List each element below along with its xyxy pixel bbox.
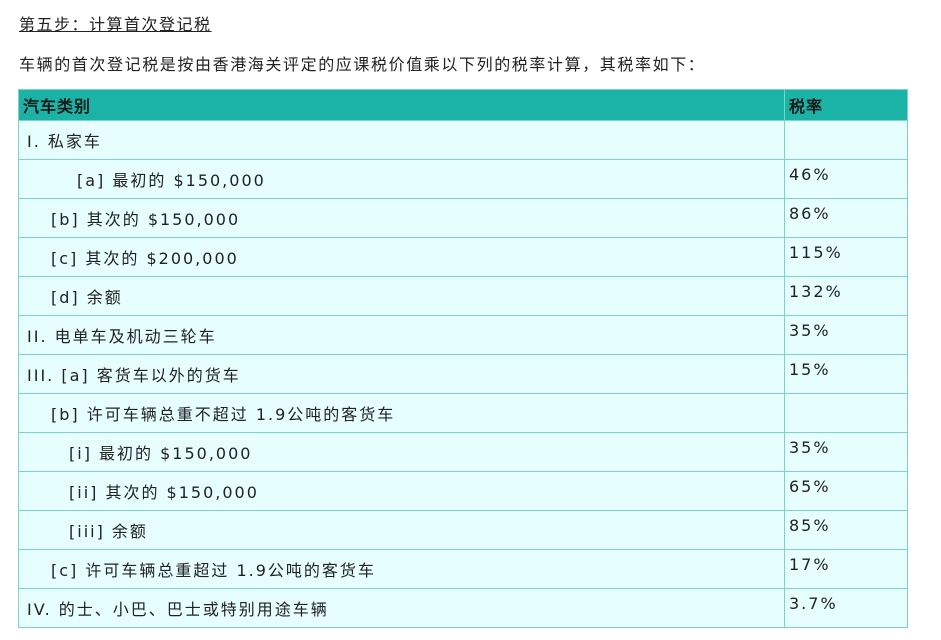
table-row: [a] 最初的 $150,000 46%: [18, 159, 908, 199]
category-column-header: 汽车类别: [18, 89, 785, 121]
tax-rate-cell: 85%: [784, 510, 908, 550]
vehicle-category-cell: [iii] 余额: [18, 510, 785, 550]
tax-rate-cell: 35%: [784, 315, 908, 355]
tax-rate-cell: 35%: [784, 432, 908, 472]
table-row: [b] 许可车辆总重不超过 1.9公吨的客货车: [18, 393, 908, 433]
vehicle-category-cell: I. 私家车: [18, 120, 785, 160]
vehicle-category-cell: III. [a] 客货车以外的货车: [18, 354, 785, 394]
tax-rate-cell: [784, 393, 908, 433]
tax-rate-cell: 65%: [784, 471, 908, 511]
table-row: [iii] 余额 85%: [18, 510, 908, 550]
table-row: II. 电单车及机动三轮车 35%: [18, 315, 908, 355]
tax-rate-cell: 17%: [784, 549, 908, 589]
vehicle-category-cell: [d] 余额: [18, 276, 785, 316]
table-row: IV. 的士、小巴、巴士或特别用途车辆 3.7%: [18, 588, 908, 628]
vehicle-category-cell: [c] 许可车辆总重超过 1.9公吨的客货车: [18, 549, 785, 589]
tax-rate-cell: 132%: [784, 276, 908, 316]
vehicle-category-cell: [a] 最初的 $150,000: [18, 159, 785, 199]
table-row: [i] 最初的 $150,000 35%: [18, 432, 908, 472]
vehicle-category-cell: [ii] 其次的 $150,000: [18, 471, 785, 511]
tax-rate-table: 汽车类别 税率 I. 私家车 [a] 最初的 $150,000 46% [b] 其次的…: [18, 89, 908, 628]
intro-paragraph: 车辆的首次登记税是按由香港海关评定的应课税价值乘以下列的税率计算，其税率如下：: [19, 55, 706, 74]
table-row: [d] 余额 132%: [18, 276, 908, 316]
rate-column-header: 税率: [784, 89, 908, 121]
table-row: I. 私家车: [18, 120, 908, 160]
vehicle-category-cell: [i] 最初的 $150,000: [18, 432, 785, 472]
table-row: [ii] 其次的 $150,000 65%: [18, 471, 908, 511]
vehicle-category-cell: IV. 的士、小巴、巴士或特别用途车辆: [18, 588, 785, 628]
table-row: III. [a] 客货车以外的货车 15%: [18, 354, 908, 394]
vehicle-category-cell: [c] 其次的 $200,000: [18, 237, 785, 277]
vehicle-category-cell: [b] 其次的 $150,000: [18, 198, 785, 238]
tax-rate-cell: [784, 120, 908, 160]
tax-rate-cell: 15%: [784, 354, 908, 394]
tax-rate-cell: 3.7%: [784, 588, 908, 628]
step-heading: 第五步：计算首次登记税: [19, 15, 212, 34]
tax-rate-cell: 115%: [784, 237, 908, 277]
tax-rate-cell: 86%: [784, 198, 908, 238]
tax-rate-cell: 46%: [784, 159, 908, 199]
table-row: [c] 许可车辆总重超过 1.9公吨的客货车 17%: [18, 549, 908, 589]
vehicle-category-cell: II. 电单车及机动三轮车: [18, 315, 785, 355]
table-row: [c] 其次的 $200,000 115%: [18, 237, 908, 277]
table-body: I. 私家车 [a] 最初的 $150,000 46% [b] 其次的 $150,00…: [18, 120, 908, 628]
table-row: [b] 其次的 $150,000 86%: [18, 198, 908, 238]
vehicle-category-cell: [b] 许可车辆总重不超过 1.9公吨的客货车: [18, 393, 785, 433]
table-header-row: 汽车类别 税率: [18, 89, 908, 121]
